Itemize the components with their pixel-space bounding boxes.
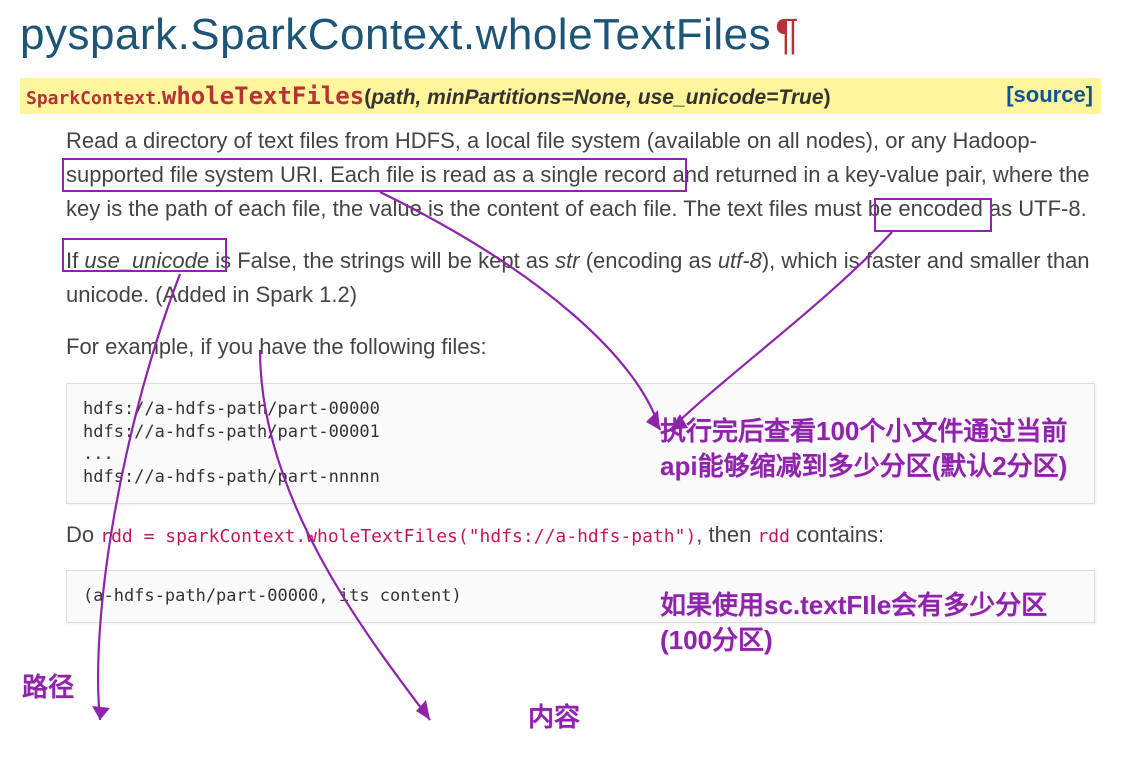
para-3: For example, if you have the following f…: [66, 330, 1095, 364]
para-do: Do rdd = sparkContext.wholeTextFiles("hd…: [66, 518, 1095, 552]
p1-a: Read a directory of text files from HDFS…: [66, 128, 641, 153]
p2-d: str: [555, 248, 579, 273]
title-text: pyspark.SparkContext.wholeTextFiles: [20, 10, 771, 59]
do-a: Do: [66, 522, 100, 547]
page-title: pyspark.SparkContext.wholeTextFiles¶: [0, 0, 1121, 66]
p2-a: If: [66, 248, 84, 273]
p2-f: utf-8: [718, 248, 762, 273]
do-d: rdd: [757, 526, 790, 547]
function-signature: SparkContext.wholeTextFiles(path, minPar…: [20, 78, 1101, 114]
para-2: If use_unicode is False, the strings wil…: [66, 244, 1095, 312]
p2-c: is False, the strings will be kept as: [209, 248, 555, 273]
do-c: , then: [696, 522, 757, 547]
pilcrow[interactable]: ¶: [771, 10, 799, 59]
sig-fn: wholeTextFiles: [162, 82, 364, 110]
annotation-content: 内容: [528, 700, 580, 735]
p2-e: (encoding as: [580, 248, 718, 273]
do-e: contains:: [790, 522, 884, 547]
do-b: rdd = sparkContext.wholeTextFiles("hdfs:…: [100, 526, 696, 547]
doc-body: Read a directory of text files from HDFS…: [0, 114, 1121, 623]
para-1: Read a directory of text files from HDFS…: [66, 124, 1095, 226]
sig-class: SparkContext: [26, 88, 156, 109]
p1-c: returned in a key-value pair,: [715, 162, 987, 187]
p2-b: use_unicode: [84, 248, 209, 273]
annotation-right-1: 执行完后查看100个小文件通过当前api能够缩减到多少分区(默认2分区): [660, 414, 1080, 484]
sig-args: path, minPartitions=None, use_unicode=Tr…: [371, 86, 823, 109]
source-link[interactable]: [source]: [1006, 82, 1093, 108]
annotation-path: 路径: [22, 670, 74, 705]
annotation-right-2: 如果使用sc.textFIle会有多少分区(100分区): [660, 588, 1080, 658]
